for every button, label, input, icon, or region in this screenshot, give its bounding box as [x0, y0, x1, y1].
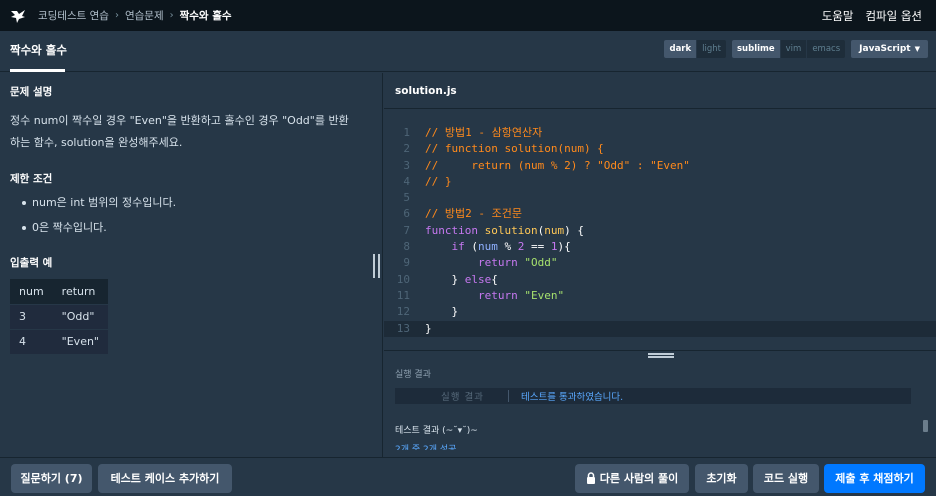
add-test-case-button[interactable]: 테스트 케이스 추가하기: [98, 464, 232, 493]
result-summary-value: 테스트를 통과하였습니다.: [521, 392, 624, 403]
code-line-active: 13}: [384, 320, 936, 337]
constraint-item: 0은 짝수입니다.: [18, 215, 176, 240]
problem-panel: 문제 설명 정수 num이 짝수일 경우 "Even"을 반환하고 홀수인 경우…: [0, 73, 383, 457]
keymap-vim-button[interactable]: vim: [781, 40, 808, 58]
keymap-toggle: sublime vim emacs: [732, 40, 846, 58]
constraints-title: 제한 조건: [10, 173, 53, 185]
theme-dark-button[interactable]: dark: [664, 40, 698, 58]
code-line: 9 return "Odd": [403, 256, 558, 270]
others-solution-button[interactable]: 다른 사람의 풀이: [575, 464, 689, 493]
table-header-row: num return: [10, 279, 108, 305]
keymap-sublime-button[interactable]: sublime: [732, 40, 781, 58]
code-line: 10 } else{: [396, 272, 498, 286]
caret-down-icon: ▼: [914, 45, 920, 53]
help-link[interactable]: 도움말: [822, 8, 854, 24]
description-line-1: 정수 num이 짝수일 경우 "Even"을 반환하고 홀수인 경우 "Odd"…: [10, 114, 349, 127]
compile-options-link[interactable]: 컴파일 옵션: [865, 8, 922, 24]
examples-table: num return 3 "Odd" 4 "Even": [10, 279, 108, 355]
result-summary-key: 실행 결과: [441, 392, 484, 403]
lock-icon: [586, 472, 595, 484]
breadcrumb-practice[interactable]: 연습문제: [125, 8, 164, 23]
code-line: 1// 방법1 - 삼항연산자: [403, 126, 543, 139]
code-editor[interactable]: 1// 방법1 - 삼항연산자 2// function solution(nu…: [384, 109, 936, 350]
ask-question-button[interactable]: 질문하기 (7): [11, 464, 92, 493]
panel-resize-handle[interactable]: [373, 254, 380, 278]
logo-icon[interactable]: [10, 8, 26, 24]
problem-tab-bar: 짝수와 홀수 dark light sublime vim emacs Java…: [0, 31, 936, 72]
constraints-list: num은 int 범위의 정수입니다. 0은 짝수입니다.: [18, 190, 176, 240]
result-title: 실행 결과: [395, 370, 431, 380]
code-line: 5: [403, 191, 410, 205]
run-code-button[interactable]: 코드 실행: [753, 464, 819, 493]
language-label: JavaScript: [859, 44, 911, 54]
divider: [508, 390, 509, 402]
code-line: 2// function solution(num) {: [403, 142, 604, 156]
table-cell: 3: [10, 304, 53, 330]
chevron-right-icon: ›: [114, 10, 119, 21]
table-row: 4 "Even": [10, 329, 108, 355]
file-name[interactable]: solution.js: [395, 85, 457, 97]
description-line-2: 하는 함수, solution을 완성해주세요.: [10, 136, 183, 149]
code-line: 3// return (num % 2) ? "Odd" : "Even": [403, 158, 690, 172]
code-line: 8 if (num % 2 == 1){: [403, 240, 571, 254]
pass-summary: 2개 중 2개 성공: [395, 445, 457, 450]
result-summary-box: 실행 결과 테스트를 통과하였습니다.: [395, 388, 911, 404]
tab-problem-title[interactable]: 짝수와 홀수: [10, 31, 67, 72]
table-header-num: num: [10, 279, 53, 305]
table-cell: "Even": [52, 329, 108, 355]
code-line: 12 }: [396, 305, 459, 319]
tab-active-indicator: [10, 69, 65, 72]
bottom-action-bar: 질문하기 (7) 테스트 케이스 추가하기 다른 사람의 풀이 초기화 코드 실…: [0, 457, 936, 496]
reset-button[interactable]: 초기화: [695, 464, 748, 493]
breadcrumb-current: 짝수와 홀수: [179, 10, 232, 22]
description-title: 문제 설명: [10, 86, 53, 98]
editor-result-splitter[interactable]: [384, 350, 936, 358]
theme-light-button[interactable]: light: [697, 40, 726, 58]
others-solution-label: 다른 사람의 풀이: [599, 472, 679, 485]
code-line: 6// 방법2 - 조건문: [403, 207, 522, 221]
result-scrollbar[interactable]: [923, 420, 928, 432]
result-header: 실행 결과: [384, 358, 936, 390]
table-row: 3 "Odd": [10, 304, 108, 330]
constraint-item: num은 int 범위의 정수입니다.: [18, 190, 176, 215]
top-navigation-bar: 코딩테스트 연습 › 연습문제 › 짝수와 홀수 도움말 컴파일 옵션: [0, 0, 936, 31]
file-tab: solution.js: [384, 73, 936, 109]
code-line: 4// }: [403, 174, 452, 188]
submit-button[interactable]: 제출 후 채점하기: [824, 464, 925, 493]
keymap-emacs-button[interactable]: emacs: [807, 40, 845, 58]
editor-panel: solution.js 1// 방법1 - 삼항연산자 2// function…: [384, 73, 936, 457]
chevron-right-icon: ›: [169, 10, 174, 21]
table-cell: "Odd": [52, 304, 108, 330]
test-result-label: 테스트 결과 (~˘▾˘)~: [395, 426, 478, 436]
table-cell: 4: [10, 329, 53, 355]
language-select[interactable]: JavaScript ▼: [851, 40, 928, 58]
table-header-return: return: [52, 279, 108, 305]
breadcrumb-coding-test[interactable]: 코딩테스트 연습: [38, 8, 109, 23]
examples-title: 입출력 예: [10, 257, 53, 269]
breadcrumb: 코딩테스트 연습 › 연습문제 › 짝수와 홀수: [38, 8, 232, 23]
theme-toggle: dark light: [664, 40, 726, 58]
code-line: 11 return "Even": [396, 288, 565, 302]
code-line: 7 function solution(num) {: [403, 223, 584, 237]
